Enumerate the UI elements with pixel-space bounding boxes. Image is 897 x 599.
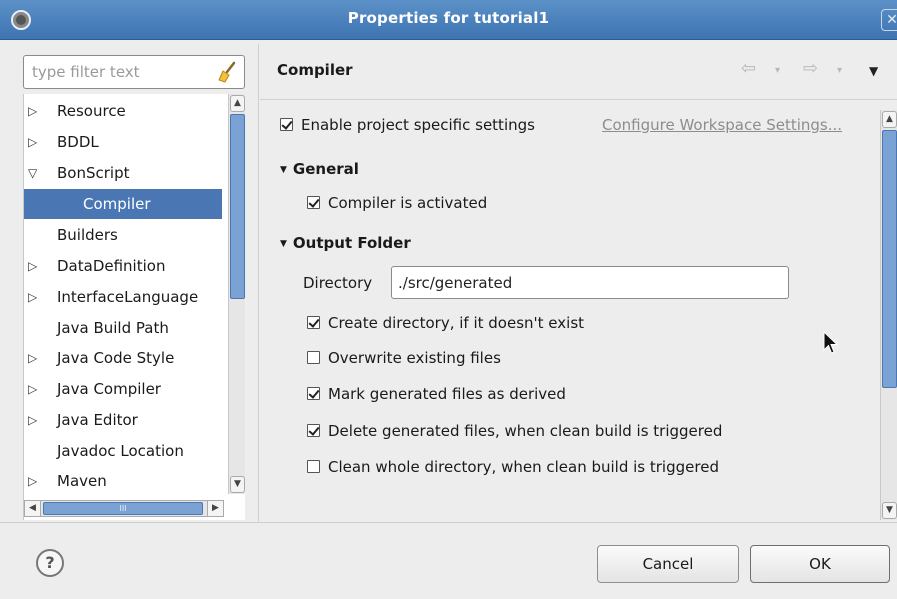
window-title: Properties for tutorial1: [347, 9, 550, 27]
filter-input[interactable]: [30, 62, 210, 82]
checkbox-label: Delete generated files, when clean build…: [328, 422, 723, 440]
chevron-down-icon[interactable]: ▾: [837, 65, 842, 76]
tree-item-compiler[interactable]: Compiler: [24, 189, 222, 219]
expand-arrow-icon[interactable]: ▷: [28, 374, 42, 404]
enable-project-settings-checkbox[interactable]: Enable project specific settings: [280, 116, 535, 134]
tree-item-label: BDDL: [57, 133, 99, 151]
navigation-toolbar: ⇦ ▾ ⇨ ▾ ▼: [729, 58, 889, 83]
view-menu-icon[interactable]: ▼: [869, 64, 878, 78]
checkbox[interactable]: [307, 316, 320, 329]
expand-arrow-icon[interactable]: ▷: [28, 343, 42, 373]
expand-arrow-icon[interactable]: ▷: [28, 282, 42, 312]
tree-item-datadefinition[interactable]: ▷ DataDefinition: [24, 251, 222, 281]
expand-arrow-icon[interactable]: ▷: [28, 251, 42, 281]
option-delete-generated[interactable]: Delete generated files, when clean build…: [307, 422, 722, 440]
tree-item-label: InterfaceLanguage: [57, 288, 199, 306]
tree-item-javadoc-location[interactable]: Javadoc Location: [24, 436, 222, 466]
checkbox[interactable]: [307, 196, 320, 209]
tree-item-label: Resource: [57, 102, 126, 120]
tree-item-bddl[interactable]: ▷ BDDL: [24, 127, 222, 157]
tree-item-java-code-style[interactable]: ▷ Java Code Style: [24, 343, 222, 373]
clear-filter-icon[interactable]: [216, 61, 238, 83]
mouse-pointer-icon: [823, 331, 839, 354]
tree-item-bonscript[interactable]: ▽ BonScript: [24, 158, 222, 188]
scroll-down-icon[interactable]: ▼: [882, 502, 897, 519]
tree-item-label: Builders: [57, 226, 118, 244]
checkbox[interactable]: [307, 424, 320, 437]
option-create-directory[interactable]: Create directory, if it doesn't exist: [307, 314, 584, 332]
checkbox[interactable]: [307, 351, 320, 364]
checkbox-label: Overwrite existing files: [328, 349, 501, 367]
tree-item-label: Maven: [57, 472, 107, 490]
section-title: General: [292, 160, 359, 178]
checkbox-label: Compiler is activated: [328, 194, 488, 212]
back-arrow-icon[interactable]: ⇦: [741, 58, 756, 79]
tree-item-label: DataDefinition: [57, 257, 166, 275]
checkbox-label: Enable project specific settings: [301, 116, 535, 134]
collapse-arrow-icon[interactable]: ▽: [28, 158, 42, 188]
general-section-header[interactable]: ▼ General: [280, 160, 359, 178]
scrollbar-thumb[interactable]: [230, 114, 245, 299]
footer-divider: [0, 522, 897, 523]
checkbox[interactable]: [307, 387, 320, 400]
cancel-button[interactable]: Cancel: [597, 545, 739, 583]
scroll-down-icon[interactable]: ▼: [230, 476, 245, 493]
option-mark-derived[interactable]: Mark generated files as derived: [307, 385, 566, 403]
tree-item-java-compiler[interactable]: ▷ Java Compiler: [24, 374, 222, 404]
checkbox-label: Clean whole directory, when clean build …: [328, 458, 719, 476]
tree-vertical-scrollbar[interactable]: ▲ ▼: [228, 94, 245, 494]
forward-arrow-icon[interactable]: ⇨: [803, 58, 818, 79]
chevron-down-icon[interactable]: ▾: [775, 65, 780, 76]
tree-item-interfacelanguage[interactable]: ▷ InterfaceLanguage: [24, 282, 222, 312]
checkbox[interactable]: [280, 118, 293, 131]
ok-button[interactable]: OK: [750, 545, 890, 583]
checkbox-label: Create directory, if it doesn't exist: [328, 314, 585, 332]
output-folder-section-header[interactable]: ▼ Output Folder: [280, 234, 411, 252]
section-toggle-icon[interactable]: ▼: [280, 239, 287, 249]
page-title: Compiler: [277, 61, 353, 79]
header-divider: [260, 99, 897, 100]
tree-item-label: Compiler: [83, 195, 151, 213]
tree-item-label: Java Code Style: [57, 349, 175, 367]
option-clean-directory[interactable]: Clean whole directory, when clean build …: [307, 458, 719, 476]
scroll-up-icon[interactable]: ▲: [230, 95, 245, 112]
preference-tree: ▷ Resource ▷ BDDL ▽ BonScript Compiler B…: [23, 94, 245, 520]
compiler-activated-checkbox[interactable]: Compiler is activated: [307, 194, 487, 212]
tree-item-java-editor[interactable]: ▷ Java Editor: [24, 405, 222, 435]
option-overwrite-files[interactable]: Overwrite existing files: [307, 349, 501, 367]
tree-horizontal-scrollbar[interactable]: ◀ III ▶: [24, 500, 224, 517]
scroll-left-icon[interactable]: ◀: [25, 501, 41, 516]
directory-input[interactable]: [391, 266, 789, 299]
scroll-right-icon[interactable]: ▶: [207, 501, 223, 516]
filter-box: [23, 55, 245, 89]
close-button[interactable]: ✕: [881, 9, 897, 31]
settings-content: Enable project specific settings Configu…: [262, 102, 880, 522]
tree-item-label: Java Editor: [57, 411, 138, 429]
title-bar: Properties for tutorial1 ✕: [0, 0, 897, 40]
expand-arrow-icon[interactable]: ▷: [28, 405, 42, 435]
panel-divider[interactable]: [258, 44, 259, 522]
checkbox-label: Mark generated files as derived: [328, 385, 566, 403]
scrollbar-thumb[interactable]: [882, 130, 897, 388]
tree-item-java-build-path[interactable]: Java Build Path: [24, 313, 222, 343]
tree-item-label: Java Compiler: [57, 380, 161, 398]
section-title: Output Folder: [292, 234, 411, 252]
help-icon[interactable]: ?: [36, 549, 64, 577]
expand-arrow-icon[interactable]: ▷: [28, 127, 42, 157]
expand-arrow-icon[interactable]: ▷: [28, 466, 42, 496]
configure-workspace-link[interactable]: Configure Workspace Settings...: [602, 116, 842, 134]
scroll-up-icon[interactable]: ▲: [882, 111, 897, 128]
checkbox[interactable]: [307, 460, 320, 473]
expand-arrow-icon[interactable]: ▷: [28, 96, 42, 126]
directory-label: Directory: [303, 274, 373, 292]
tree-item-resource[interactable]: ▷ Resource: [24, 96, 222, 126]
tree-item-label: BonScript: [57, 164, 130, 182]
tree-item-label: Java Build Path: [57, 319, 169, 337]
section-toggle-icon[interactable]: ▼: [280, 165, 287, 175]
tree-item-builders[interactable]: Builders: [24, 220, 222, 250]
tree-item-maven[interactable]: ▷ Maven: [24, 466, 222, 496]
tree-item-label: Javadoc Location: [57, 442, 184, 460]
content-vertical-scrollbar[interactable]: ▲ ▼: [880, 110, 897, 520]
scrollbar-thumb[interactable]: III: [43, 502, 203, 515]
